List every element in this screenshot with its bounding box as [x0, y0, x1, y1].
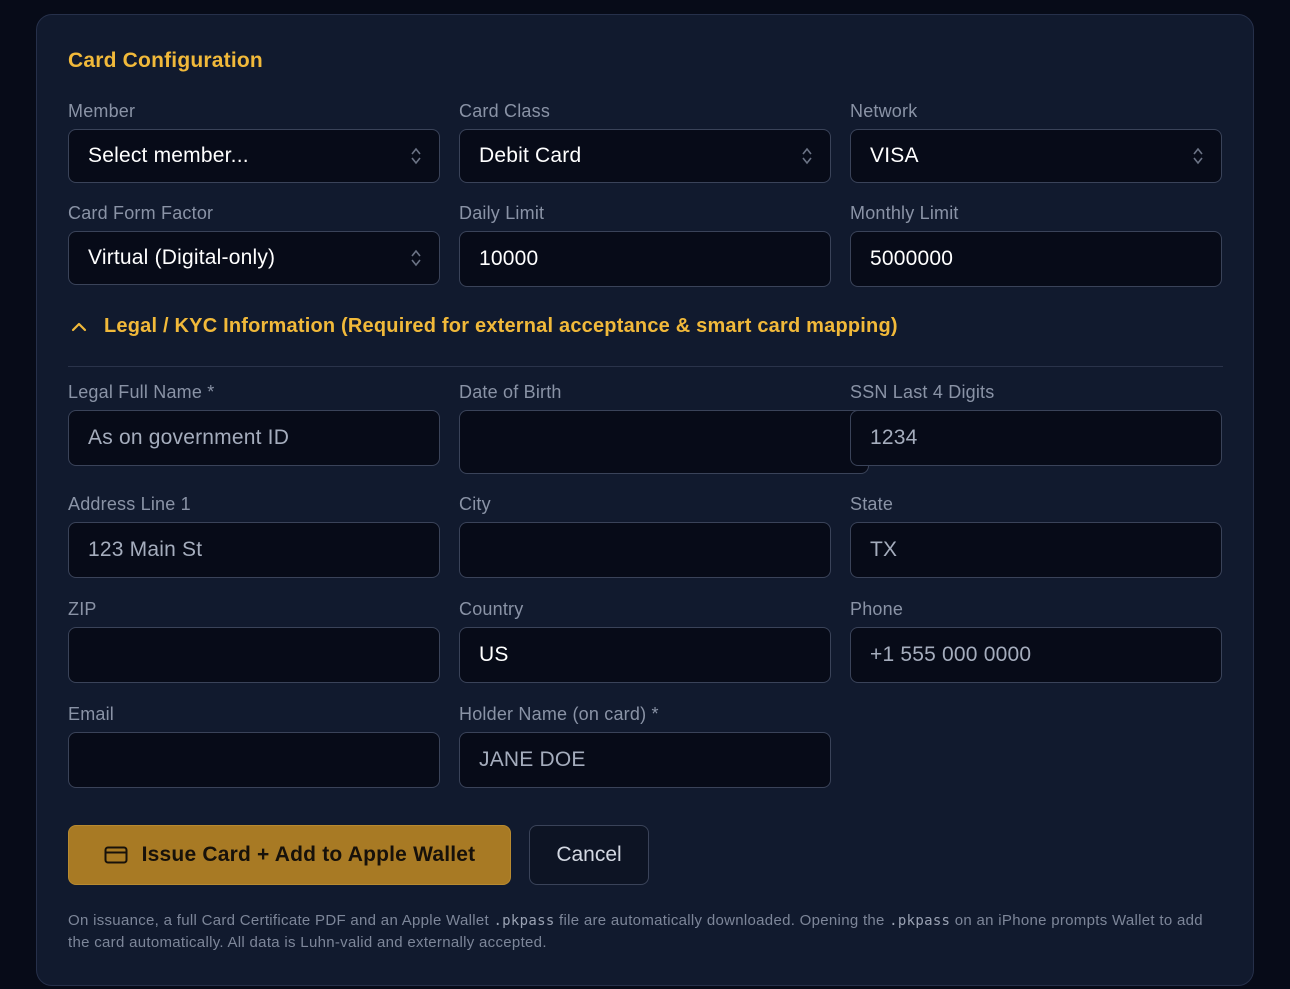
dob-field: Date of Birth: [459, 380, 869, 474]
zip-field: ZIP: [68, 597, 440, 683]
card-class-select-value: Debit Card: [479, 144, 582, 167]
member-field: Member Select member...: [68, 99, 440, 183]
legal-name-input[interactable]: As on government ID: [68, 410, 440, 466]
kyc-section-title: Legal / KYC Information (Required for ex…: [104, 315, 898, 337]
state-placeholder: TX: [870, 538, 898, 561]
holder-name-placeholder: JANE DOE: [479, 748, 586, 771]
daily-limit-label: Daily Limit: [459, 203, 545, 223]
form-factor-select[interactable]: Virtual (Digital-only): [68, 231, 440, 285]
updown-arrows-icon: [411, 147, 421, 165]
address-label: Address Line 1: [68, 494, 191, 514]
chevron-up-icon: [71, 322, 87, 331]
legal-name-placeholder: As on government ID: [88, 426, 290, 449]
holder-name-input[interactable]: JANE DOE: [459, 732, 831, 788]
city-label: City: [459, 494, 491, 514]
updown-arrows-icon: [411, 249, 421, 267]
dob-input[interactable]: [459, 410, 869, 474]
holder-name-label: Holder Name (on card) *: [459, 704, 659, 724]
country-field: Country US: [459, 597, 831, 683]
zip-label: ZIP: [68, 599, 97, 619]
monthly-limit-value: 5000000: [870, 247, 954, 270]
address-placeholder: 123 Main St: [88, 538, 203, 561]
card-class-field: Card Class Debit Card: [459, 99, 831, 183]
kyc-section-toggle[interactable]: Legal / KYC Information (Required for ex…: [68, 315, 898, 338]
panel-title: Card Configuration: [68, 49, 263, 72]
section-divider: [68, 366, 1223, 367]
email-label: Email: [68, 704, 115, 724]
city-input[interactable]: [459, 522, 831, 578]
daily-limit-input[interactable]: 10000: [459, 231, 831, 287]
member-select[interactable]: Select member...: [68, 129, 440, 183]
form-factor-select-value: Virtual (Digital-only): [88, 246, 276, 269]
cancel-button[interactable]: Cancel: [529, 825, 649, 885]
state-label: State: [850, 494, 894, 514]
cancel-label: Cancel: [556, 843, 622, 866]
address-field: Address Line 1 123 Main St: [68, 492, 440, 578]
footnote-text-2: file are automatically downloaded. Openi…: [554, 912, 890, 929]
issue-card-label: Issue Card + Add to Apple Wallet: [141, 843, 476, 866]
member-select-value: Select member...: [88, 144, 249, 167]
card-class-label: Card Class: [459, 101, 551, 121]
issue-card-button[interactable]: Issue Card + Add to Apple Wallet: [68, 825, 511, 885]
member-label: Member: [68, 101, 136, 121]
phone-field: Phone +1 555 000 0000: [850, 597, 1222, 683]
zip-input[interactable]: [68, 627, 440, 683]
monthly-limit-input[interactable]: 5000000: [850, 231, 1222, 287]
network-label: Network: [850, 101, 918, 121]
network-select[interactable]: VISA: [850, 129, 1222, 183]
card-configuration-panel: Card Configuration Member Select member.…: [36, 14, 1254, 986]
legal-name-field: Legal Full Name * As on government ID: [68, 380, 440, 466]
credit-card-icon: [104, 846, 128, 864]
state-input[interactable]: TX: [850, 522, 1222, 578]
issuance-footnote: On issuance, a full Card Certificate PDF…: [68, 910, 1228, 954]
network-select-value: VISA: [870, 144, 919, 167]
phone-placeholder: +1 555 000 0000: [870, 643, 1032, 666]
country-input[interactable]: US: [459, 627, 831, 683]
footnote-code-1: .pkpass: [493, 913, 555, 929]
footnote-text-1: On issuance, a full Card Certificate PDF…: [68, 912, 494, 929]
state-field: State TX: [850, 492, 1222, 578]
ssn-field: SSN Last 4 Digits 1234: [850, 380, 1222, 466]
network-field: Network VISA: [850, 99, 1222, 183]
phone-label: Phone: [850, 599, 904, 619]
ssn-input[interactable]: 1234: [850, 410, 1222, 466]
ssn-placeholder: 1234: [870, 426, 918, 449]
city-field: City: [459, 492, 831, 578]
email-input[interactable]: [68, 732, 440, 788]
phone-input[interactable]: +1 555 000 0000: [850, 627, 1222, 683]
footnote-code-2: .pkpass: [889, 913, 951, 929]
country-value: US: [479, 643, 509, 666]
holder-name-field: Holder Name (on card) * JANE DOE: [459, 702, 831, 788]
daily-limit-value: 10000: [479, 247, 539, 270]
updown-arrows-icon: [802, 147, 812, 165]
card-class-select[interactable]: Debit Card: [459, 129, 831, 183]
email-field: Email: [68, 702, 440, 788]
country-label: Country: [459, 599, 524, 619]
address-input[interactable]: 123 Main St: [68, 522, 440, 578]
form-factor-label: Card Form Factor: [68, 203, 214, 223]
ssn-label: SSN Last 4 Digits: [850, 382, 995, 402]
daily-limit-field: Daily Limit 10000: [459, 201, 831, 287]
legal-name-label: Legal Full Name *: [68, 382, 215, 402]
monthly-limit-label: Monthly Limit: [850, 203, 959, 223]
dob-label: Date of Birth: [459, 382, 562, 402]
form-factor-field: Card Form Factor Virtual (Digital-only): [68, 201, 440, 285]
monthly-limit-field: Monthly Limit 5000000: [850, 201, 1222, 287]
updown-arrows-icon: [1193, 147, 1203, 165]
